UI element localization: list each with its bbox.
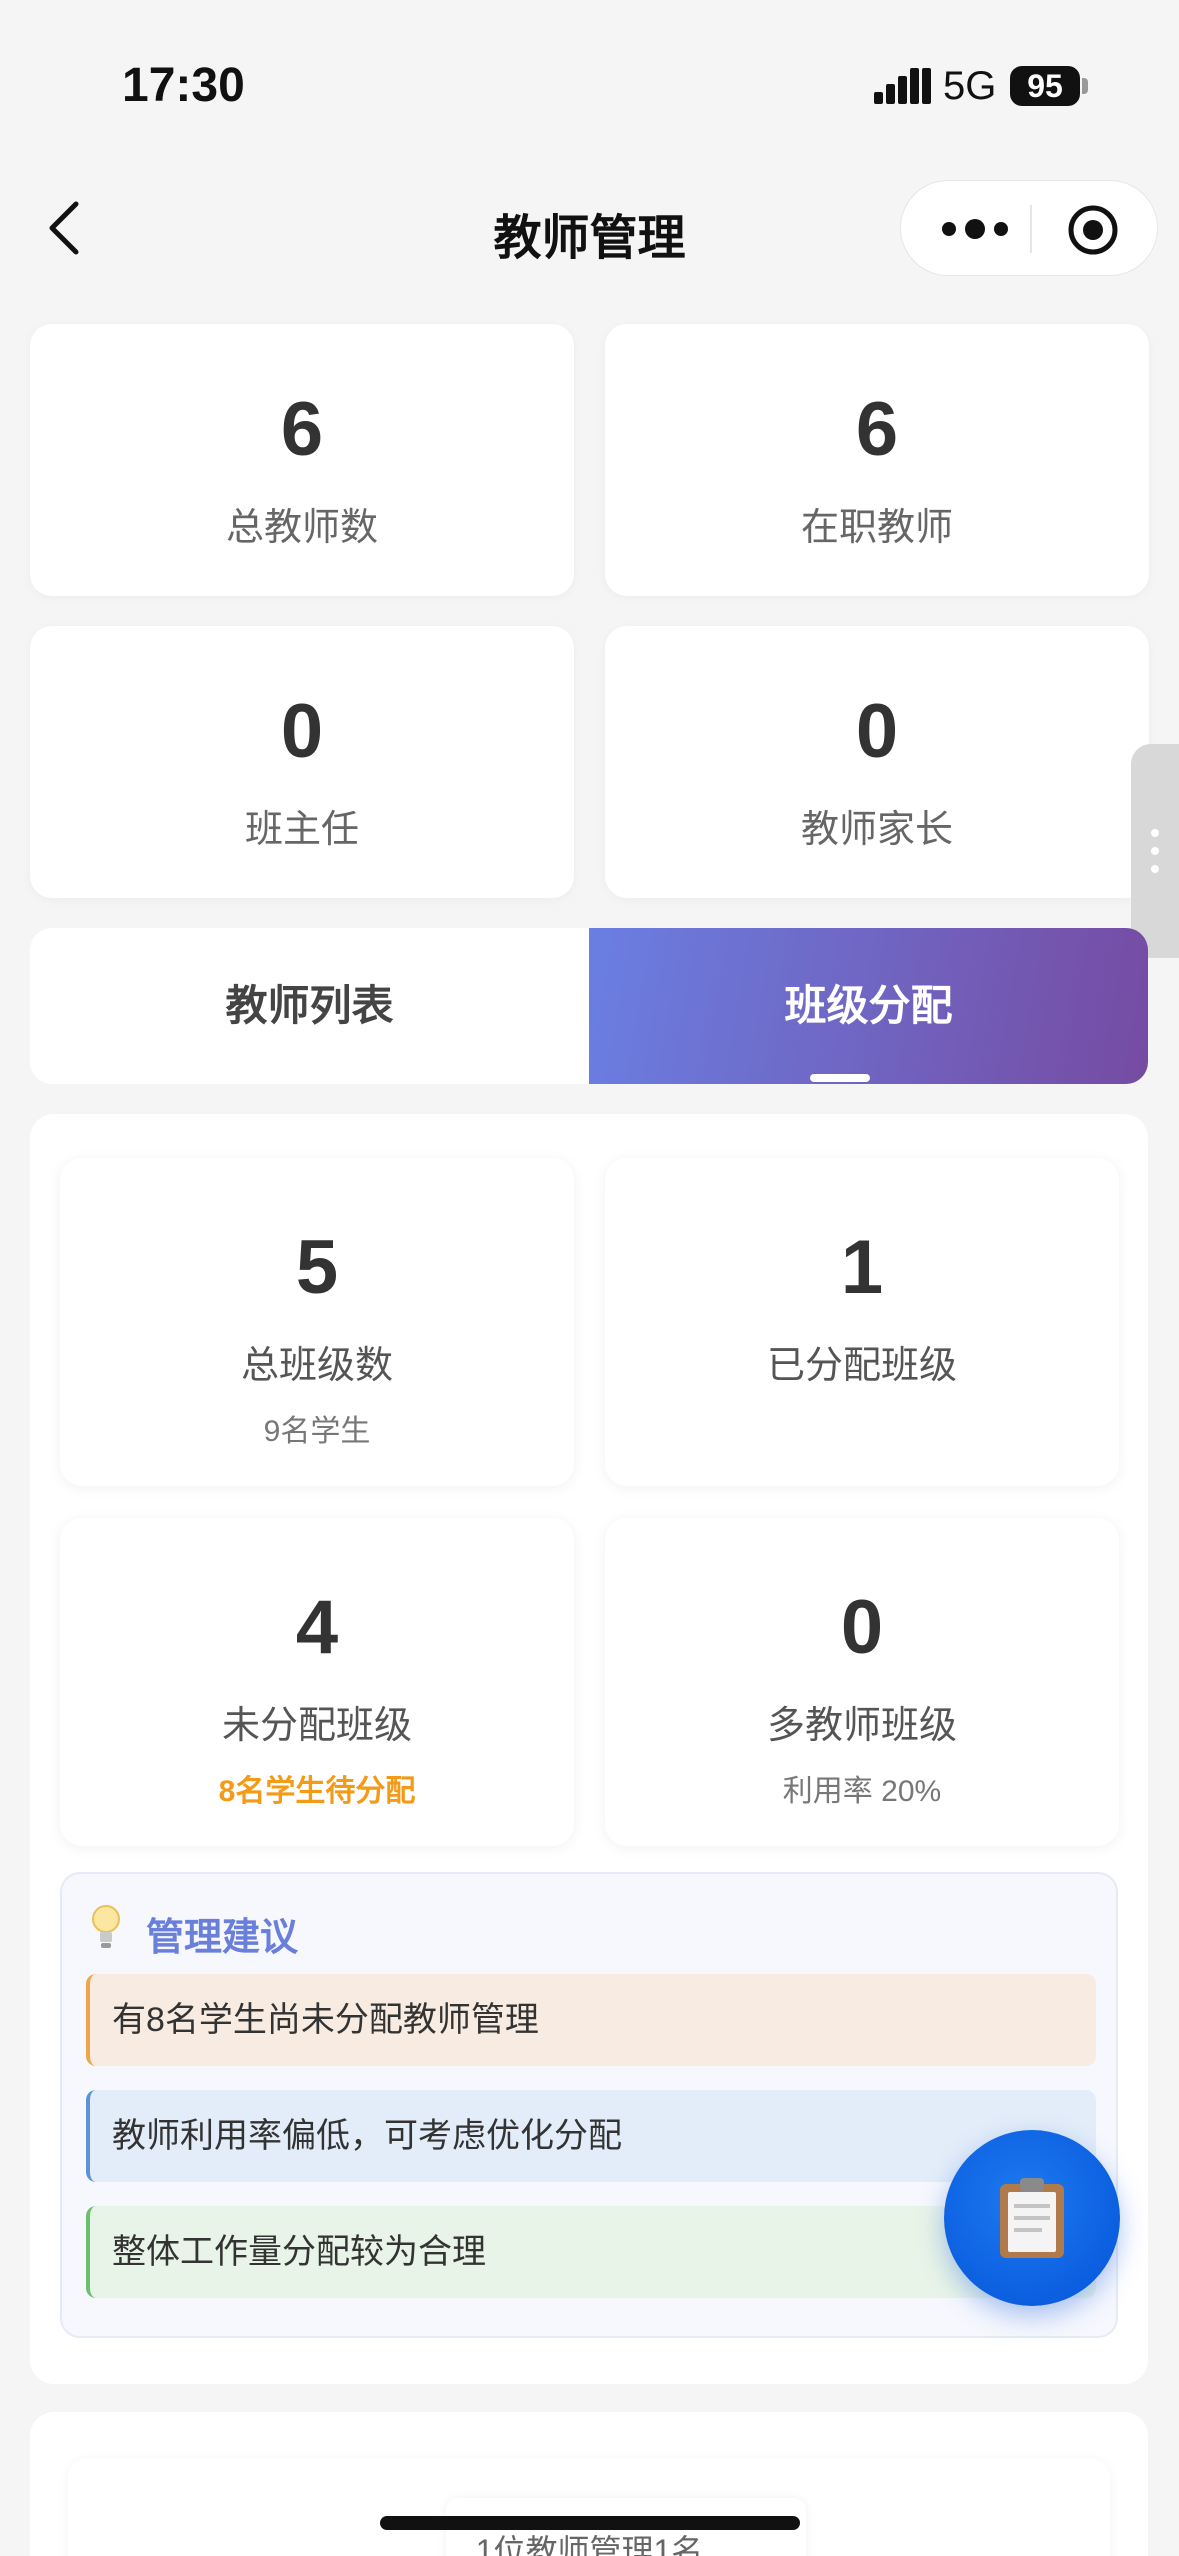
signal-icon [874, 68, 931, 104]
stat-value: 4 [295, 1585, 339, 1670]
stat-card-teacher-parents: 0 教师家长 [605, 626, 1149, 898]
stat-label: 多教师班级 [766, 1705, 957, 1747]
stat-label: 已分配班级 [766, 1345, 957, 1387]
network-type: 5G [943, 64, 997, 108]
stat-value: 5 [295, 1225, 339, 1310]
stat-label: 教师家长 [800, 809, 953, 851]
lightbulb-icon [92, 1905, 120, 1948]
stat-label: 总班级数 [240, 1345, 393, 1387]
clipboard-icon [1000, 2178, 1064, 2258]
floating-action-button[interactable] [944, 2130, 1120, 2306]
tab-bar: 教师列表 班级分配 [30, 928, 1148, 1084]
class-stat-total: 5 总班级数 9名学生 [60, 1158, 574, 1486]
stat-subtext-warning: 8名学生待分配 [218, 1775, 416, 1808]
capsule-divider [1030, 205, 1032, 253]
stat-label: 未分配班级 [221, 1705, 412, 1747]
home-indicator [380, 2516, 800, 2530]
stat-card-head-teachers: 0 班主任 [30, 626, 574, 898]
stat-label: 总教师数 [225, 507, 378, 549]
side-drawer-handle[interactable] [1131, 744, 1179, 958]
class-stat-multi-teacher: 0 多教师班级 利用率 20% [605, 1518, 1119, 1846]
stat-value: 0 [855, 689, 899, 774]
stat-card-active-teachers: 6 在职教师 [605, 324, 1149, 596]
vertical-dots-icon [1151, 829, 1159, 873]
stat-value: 6 [280, 387, 324, 472]
tab-class-assignment[interactable]: 班级分配 [589, 928, 1148, 1084]
battery-tip [1082, 78, 1088, 94]
stat-value: 1 [840, 1225, 884, 1310]
tab-teacher-list[interactable]: 教师列表 [30, 928, 589, 1084]
class-stat-assigned: 1 已分配班级 [605, 1158, 1119, 1486]
status-time: 17:30 [122, 59, 245, 112]
more-dots-icon[interactable] [935, 209, 1015, 249]
stat-value: 0 [280, 689, 324, 774]
workload-summary-text: 1位教师管理1名 [475, 2533, 704, 2556]
stat-value: 0 [840, 1585, 884, 1670]
stat-subtext: 9名学生 [263, 1415, 371, 1448]
stat-label: 班主任 [244, 809, 359, 851]
class-stat-unassigned: 4 未分配班级 8名学生待分配 [60, 1518, 574, 1846]
mini-program-capsule [900, 180, 1158, 276]
stat-label: 在职教师 [800, 507, 953, 549]
active-tab-indicator [810, 1074, 870, 1082]
stat-card-total-teachers: 6 总教师数 [30, 324, 574, 596]
advice-tip-info: 教师利用率偏低，可考虑优化分配 [86, 2090, 1096, 2182]
stat-subtext: 利用率 20% [782, 1775, 942, 1808]
close-target-icon[interactable] [1066, 203, 1120, 257]
battery-indicator: 95 [1010, 66, 1080, 106]
advice-title: 管理建议 [146, 1917, 299, 1959]
advice-tip-warning: 有8名学生尚未分配教师管理 [86, 1974, 1096, 2066]
stat-value: 6 [855, 387, 899, 472]
